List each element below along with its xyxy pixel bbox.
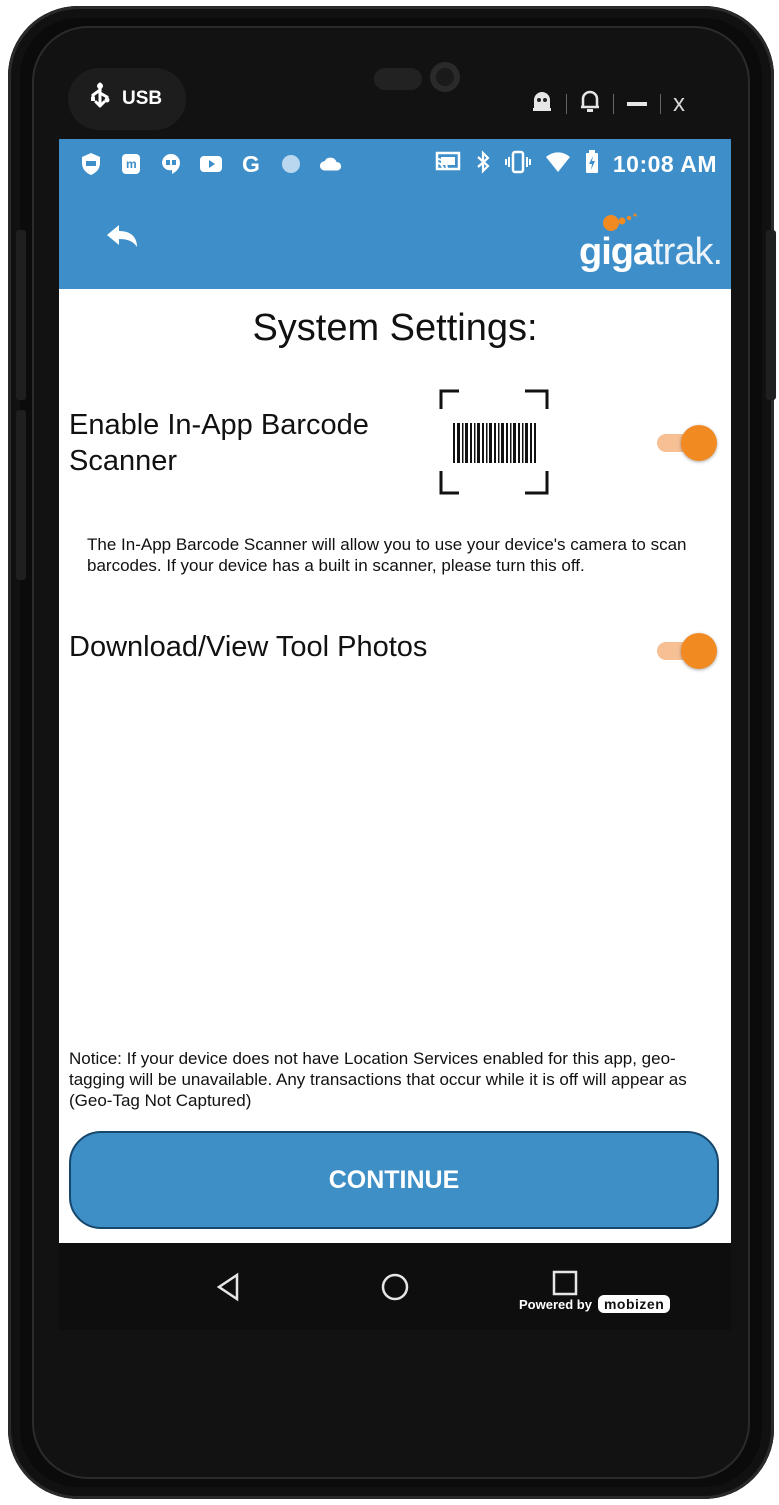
tool-photos-label: Download/View Tool Photos — [69, 631, 428, 663]
hangouts-icon — [159, 152, 183, 176]
back-triangle-icon[interactable] — [209, 1267, 249, 1307]
app-screen: m G 10:08 AM gigatrak. System Settings: … — [59, 139, 731, 1330]
cloud-icon — [319, 152, 343, 176]
youtube-icon — [199, 152, 223, 176]
divider — [613, 94, 614, 114]
earpiece — [374, 68, 422, 90]
page-title: System Settings: — [252, 307, 538, 349]
back-arrow-icon[interactable] — [103, 221, 147, 257]
wifi-icon — [545, 151, 571, 178]
status-right-icons: 10:08 AM — [435, 149, 717, 179]
status-bar: m G 10:08 AM — [59, 139, 731, 189]
usb-indicator: USB — [68, 68, 186, 130]
barcode-scanner-label: Enable In-App Barcode Scanner — [69, 407, 369, 479]
window-controls: x — [530, 88, 685, 120]
volume-button — [16, 230, 26, 400]
divider — [566, 94, 567, 114]
powered-by-text: Powered by — [519, 1296, 592, 1312]
powered-by-badge: Powered by mobizen — [519, 1295, 671, 1313]
messenger-icon: m — [119, 152, 143, 176]
barcode-scanner-description: The In-App Barcode Scanner will allow yo… — [87, 535, 687, 575]
continue-button[interactable]: CONTINUE — [69, 1131, 719, 1229]
ghost-icon[interactable] — [530, 89, 554, 119]
bell-icon[interactable] — [579, 89, 601, 119]
home-circle-icon[interactable] — [375, 1267, 415, 1307]
battery-charging-icon — [585, 149, 599, 179]
mobizen-logo: mobizen — [597, 1295, 671, 1313]
status-time: 10:08 AM — [612, 150, 717, 177]
bluetooth-icon — [475, 149, 491, 179]
close-icon[interactable]: x — [673, 90, 685, 118]
shield-icon — [79, 152, 103, 176]
barcode-scanner-toggle[interactable] — [653, 425, 717, 461]
status-left-icons: m G — [79, 150, 343, 177]
power-button — [16, 410, 26, 580]
toggle-knob — [681, 633, 717, 669]
divider — [660, 94, 661, 114]
barcode-scanner-label-line1: Enable In-App Barcode — [69, 409, 369, 441]
barcode-scanner-label-line2: Scanner — [69, 445, 178, 477]
app-header: gigatrak. — [59, 189, 731, 289]
dot-icon — [279, 152, 303, 176]
tool-photos-toggle[interactable] — [653, 633, 717, 669]
usb-icon — [88, 82, 112, 116]
svg-text:m: m — [126, 157, 137, 171]
logo-text: gigatrak. — [579, 231, 723, 273]
barcode-scanner-icon — [437, 387, 553, 499]
toggle-knob — [681, 425, 717, 461]
front-camera — [430, 62, 460, 92]
location-notice: Notice: If your device does not have Loc… — [69, 1049, 687, 1110]
google-icon: G — [242, 150, 260, 177]
side-button-right — [766, 230, 776, 400]
minimize-icon[interactable] — [626, 89, 648, 119]
vibrate-icon — [504, 150, 531, 179]
gigatrak-logo: gigatrak. — [559, 209, 729, 275]
cast-icon — [435, 151, 461, 178]
usb-label: USB — [122, 88, 163, 109]
android-nav-bar: Powered by mobizen — [59, 1243, 731, 1330]
